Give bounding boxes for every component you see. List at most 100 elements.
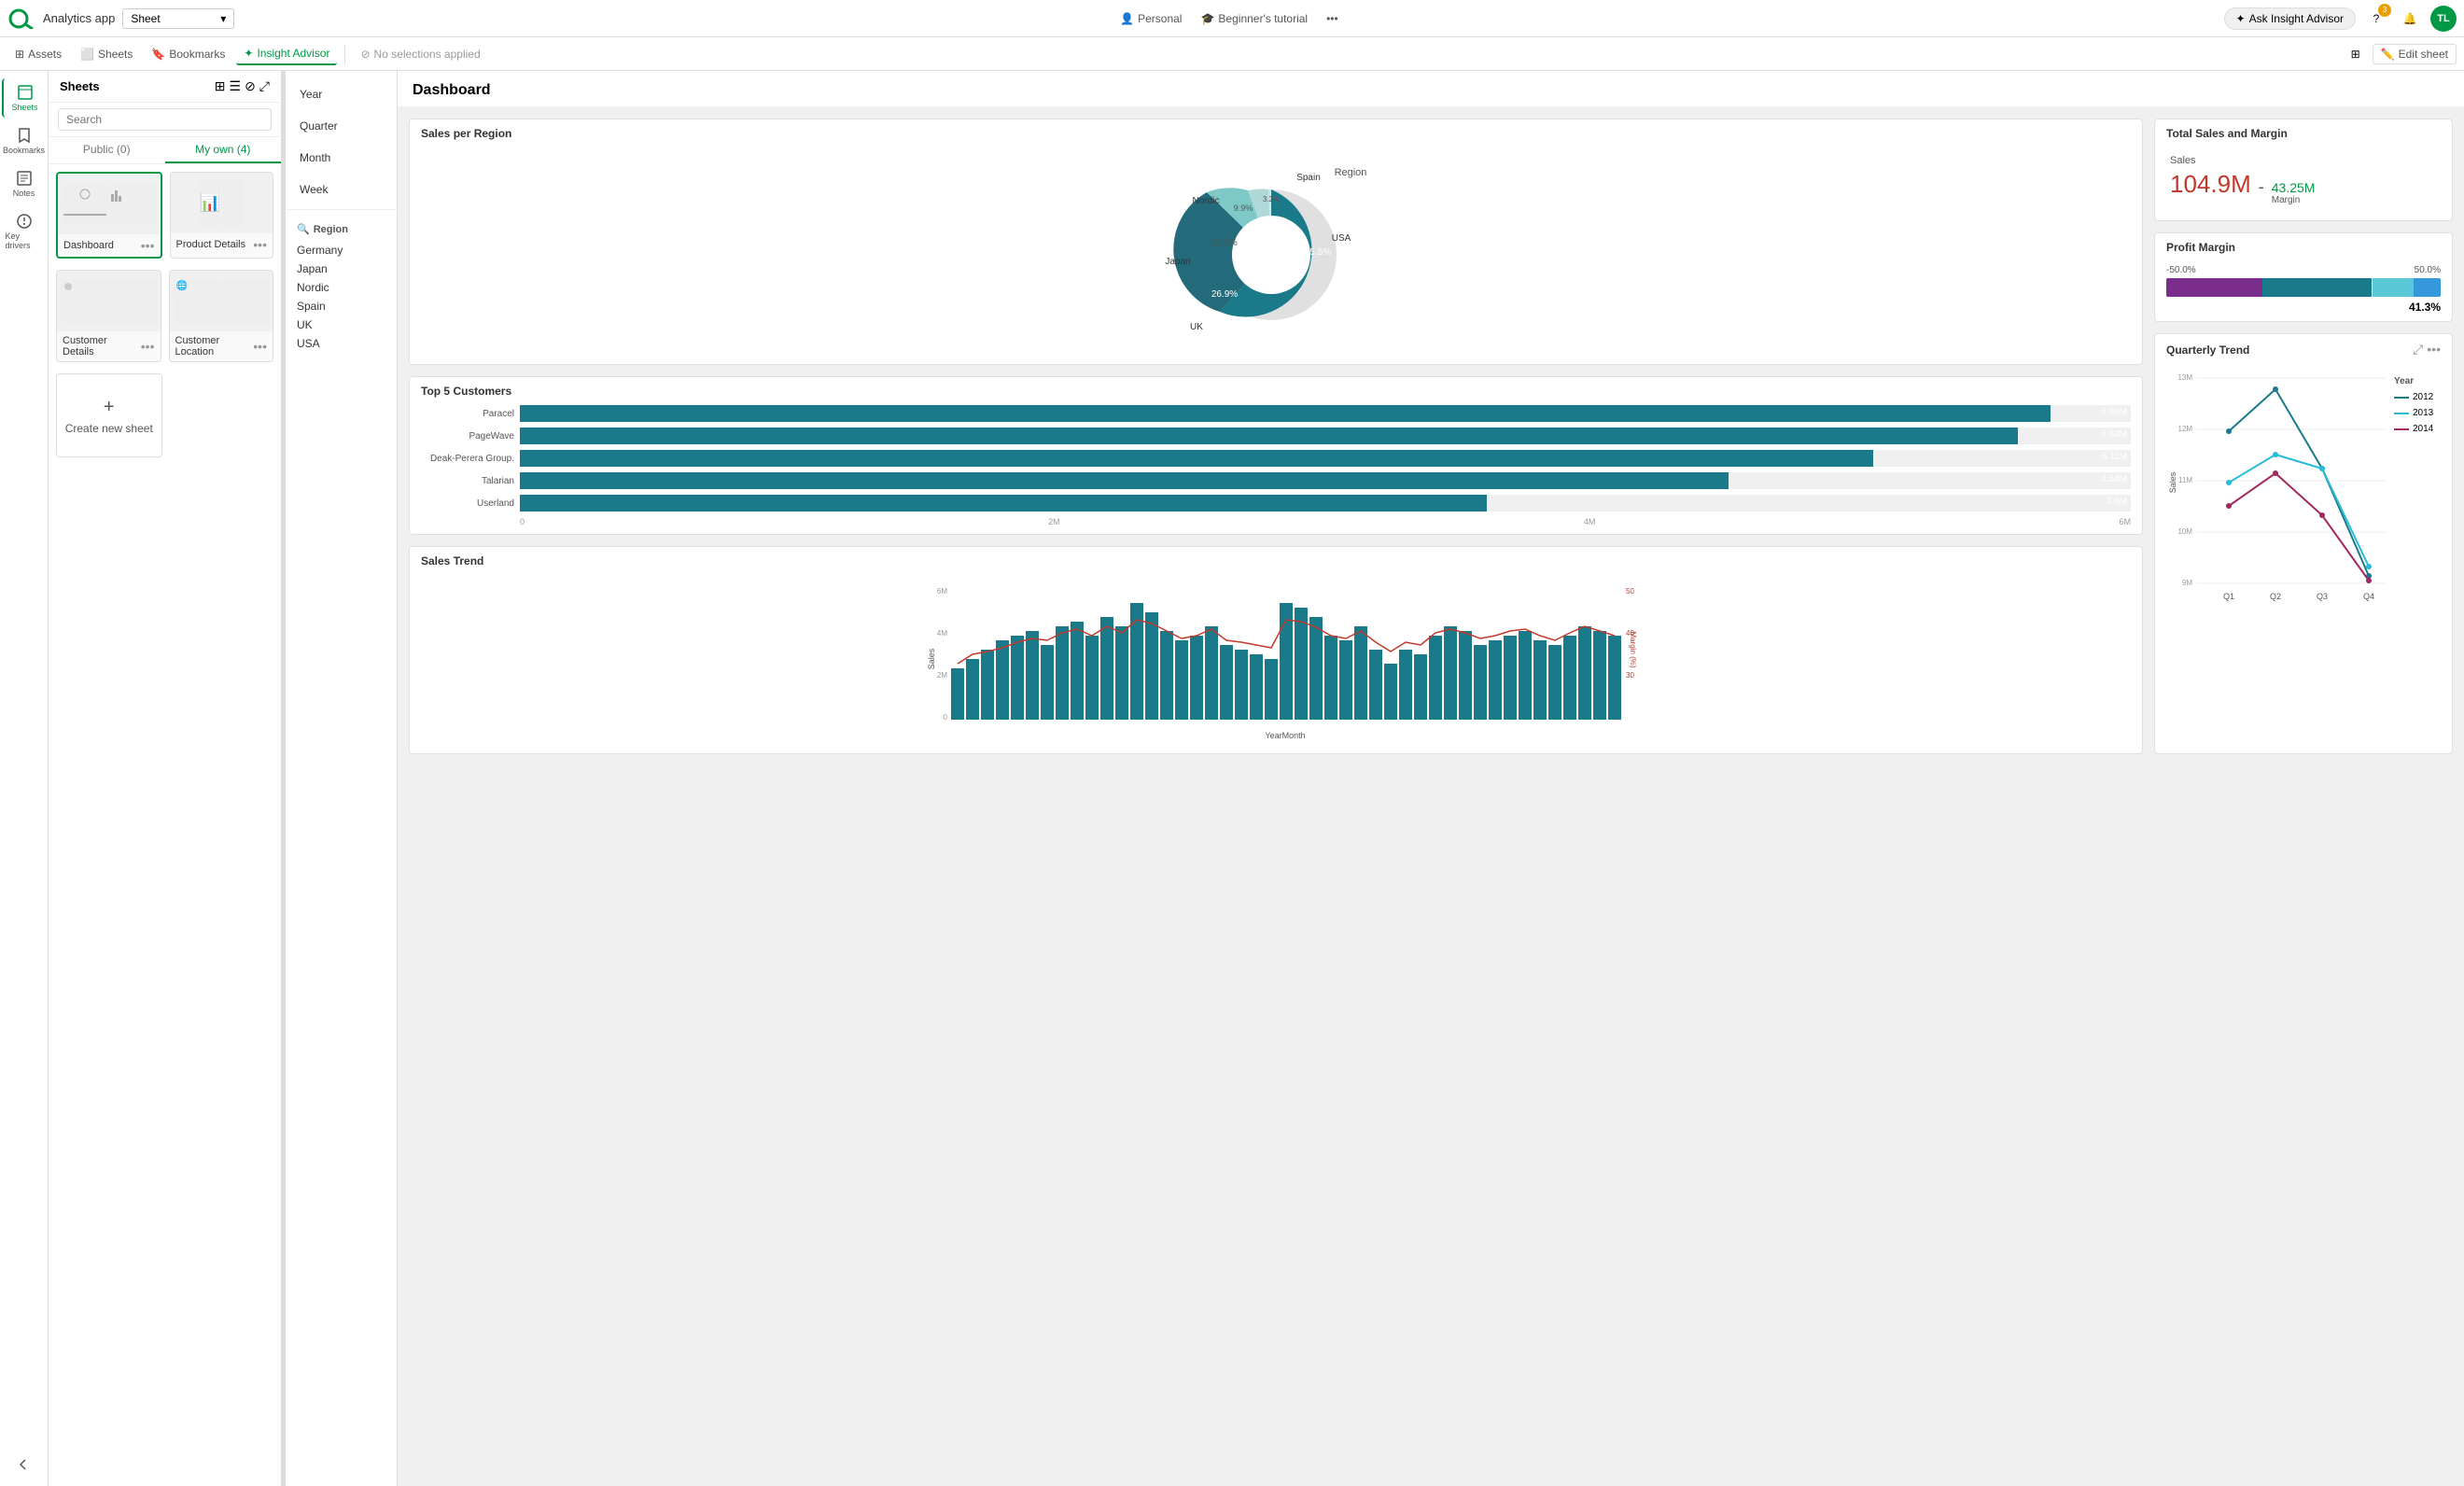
quarterly-body: 13M 12M 11M 10M 9M Q1: [2155, 361, 2452, 634]
app-logo: Analytics app: [7, 8, 115, 29]
sheet-card-footer-3: Customer Details •••: [57, 331, 161, 361]
sheet-more-btn-3[interactable]: •••: [141, 339, 155, 354]
sales-trend-svg: 6M 4M 2M 0 50 40 30: [421, 575, 2131, 743]
expand-chart-icon[interactable]: ⤢: [2413, 342, 2423, 357]
sales-trend-body: 6M 4M 2M 0 50 40 30: [410, 571, 2142, 753]
sidebar-item-bookmarks[interactable]: Bookmarks: [2, 121, 47, 161]
insight-advisor-tab[interactable]: ✦ Insight Advisor: [236, 43, 337, 65]
svg-text:Q2: Q2: [2270, 592, 2281, 601]
filter-year[interactable]: Year: [286, 78, 397, 110]
region-spain[interactable]: Spain: [297, 297, 385, 315]
personal-item[interactable]: 👤 Personal: [1120, 12, 1182, 25]
sheet-preview: [58, 174, 161, 234]
svg-text:50: 50: [1626, 587, 1634, 596]
legend-line-2014: [2394, 428, 2409, 430]
svg-text:Japan: Japan: [1165, 257, 1190, 267]
region-germany[interactable]: Germany: [297, 241, 385, 259]
sheets-header-icons: ⊞ ☰ ⊘ ⤢: [215, 78, 270, 94]
tutorial-item[interactable]: 🎓 Beginner's tutorial: [1200, 12, 1308, 25]
bookmarks-tab[interactable]: 🔖 Bookmarks: [144, 44, 232, 64]
create-new-sheet-btn[interactable]: + Create new sheet: [56, 373, 162, 457]
sidebar-collapse-btn[interactable]: [2, 1451, 47, 1479]
assets-icon: ⊞: [15, 48, 24, 61]
bookmark-sidebar-icon: [16, 127, 33, 144]
svg-text:UK: UK: [1190, 322, 1203, 332]
quarterly-legend: Year 2012 2013 2014: [2394, 361, 2433, 623]
quarterly-header-icons: ⤢ •••: [2413, 342, 2441, 357]
sidebar-item-notes[interactable]: Notes: [2, 164, 47, 203]
sheet-card-footer: Dashboard •••: [58, 234, 161, 257]
sheet-more-btn[interactable]: •••: [141, 238, 155, 253]
sheet-card-customer-location[interactable]: 🌐 Customer Location •••: [169, 270, 274, 362]
sidebar-item-key-drivers[interactable]: Key drivers: [2, 207, 47, 256]
search-region-icon: 🔍: [297, 223, 310, 235]
more-options[interactable]: •••: [1326, 12, 1338, 25]
topbar-right: ✦ Ask Insight Advisor ? 3 🔔 TL: [2224, 6, 2457, 32]
list-icon[interactable]: ☰: [230, 78, 242, 94]
region-nordic[interactable]: Nordic: [297, 278, 385, 297]
year-label: Year: [2394, 376, 2433, 386]
region-uk[interactable]: UK: [297, 315, 385, 334]
filter-icon[interactable]: ⊘: [245, 78, 256, 94]
sheet-card-customer-details[interactable]: Customer Details •••: [56, 270, 161, 362]
grid-icon[interactable]: ⊞: [215, 78, 226, 94]
filter-quarter[interactable]: Quarter: [286, 110, 397, 142]
empty-slot: [170, 373, 274, 457]
sheet-card-product-details[interactable]: 📊 Product Details •••: [170, 172, 274, 259]
tab-own[interactable]: My own (4): [165, 137, 282, 163]
edit-sheet-button[interactable]: ✏️ Edit sheet: [2373, 44, 2457, 64]
svg-text:9.9%: 9.9%: [1234, 203, 1253, 213]
app-name: Analytics app: [43, 11, 115, 25]
region-usa[interactable]: USA: [297, 334, 385, 353]
sheets-tab[interactable]: ⬜ Sheets: [73, 44, 140, 64]
sheets-grid: Dashboard ••• 📊: [49, 164, 281, 1486]
svg-text:4M: 4M: [937, 629, 947, 638]
sheet-more-btn-2[interactable]: •••: [253, 237, 267, 252]
profit-bar: -50.0% 50.0% 41.3%: [2155, 258, 2452, 321]
sheet-dropdown[interactable]: Sheet ▾: [122, 8, 234, 29]
insight-advisor-panel: Year Quarter Month Week 🔍 Region Germany…: [286, 71, 398, 1486]
total-sales-card: Total Sales and Margin Sales 104.9M - 43…: [2154, 119, 2453, 221]
avatar[interactable]: TL: [2430, 6, 2457, 32]
help-button[interactable]: ? 3: [2363, 6, 2389, 32]
sheet-more-btn-4[interactable]: •••: [253, 339, 267, 354]
search-input[interactable]: [58, 108, 272, 131]
chart-header-top5: Top 5 Customers: [410, 377, 2142, 401]
sheet-preview-2: 📊: [171, 173, 273, 233]
filter-week[interactable]: Week: [286, 174, 397, 205]
sheet-card-footer-4: Customer Location •••: [170, 331, 273, 361]
sidebar-item-sheets[interactable]: Sheets: [2, 78, 47, 118]
panel-divider: [286, 209, 397, 210]
topbar: Analytics app Sheet ▾ 👤 Personal 🎓 Begin…: [0, 0, 2464, 37]
more-chart-icon[interactable]: •••: [2427, 342, 2441, 357]
sheets-panel-header: Sheets ⊞ ☰ ⊘ ⤢: [49, 71, 281, 103]
dashboard-grid: Sales per Region Region: [398, 107, 2464, 765]
ask-insight-advisor-btn[interactable]: ✦ Ask Insight Advisor: [2224, 7, 2356, 30]
filter-month[interactable]: Month: [286, 142, 397, 174]
bar-chart: Paracel 5.69M PageWave 5.63M: [410, 401, 2142, 534]
side-icon-bar: Sheets Bookmarks Notes Key drivers: [0, 71, 49, 1486]
grid-view-button[interactable]: ⊞: [2343, 41, 2369, 67]
topbar-center: 👤 Personal 🎓 Beginner's tutorial •••: [242, 12, 2216, 25]
notifications-button[interactable]: 🔔: [2397, 6, 2423, 32]
expand-icon[interactable]: ⤢: [259, 78, 270, 94]
sheet-preview-4: 🌐: [170, 271, 273, 331]
kpi-margin-label: Margin: [2272, 195, 2316, 205]
tab-public[interactable]: Public (0): [49, 137, 165, 163]
sheet-card-dashboard[interactable]: Dashboard •••: [56, 172, 162, 259]
svg-text:9M: 9M: [2182, 579, 2192, 587]
svg-text:YearMonth: YearMonth: [1265, 731, 1305, 740]
svg-text:Q1: Q1: [2223, 592, 2234, 601]
svg-text:Sales: Sales: [2168, 471, 2177, 493]
chart-header-quarterly: Quarterly Trend ⤢ •••: [2155, 334, 2452, 361]
sheet-preview-3: [57, 271, 161, 331]
chart-header-trend: Sales Trend: [410, 547, 2142, 571]
svg-text:Spain: Spain: [1296, 173, 1321, 183]
svg-text:26.9%: 26.9%: [1211, 289, 1238, 300]
profit-bar-segment-purple: [2166, 278, 2262, 297]
person-icon: 👤: [1120, 12, 1134, 25]
sheets-search: [49, 103, 281, 137]
region-japan[interactable]: Japan: [297, 259, 385, 278]
assets-tab[interactable]: ⊞ Assets: [7, 44, 69, 64]
sheets-row-3: + Create new sheet: [56, 373, 273, 457]
